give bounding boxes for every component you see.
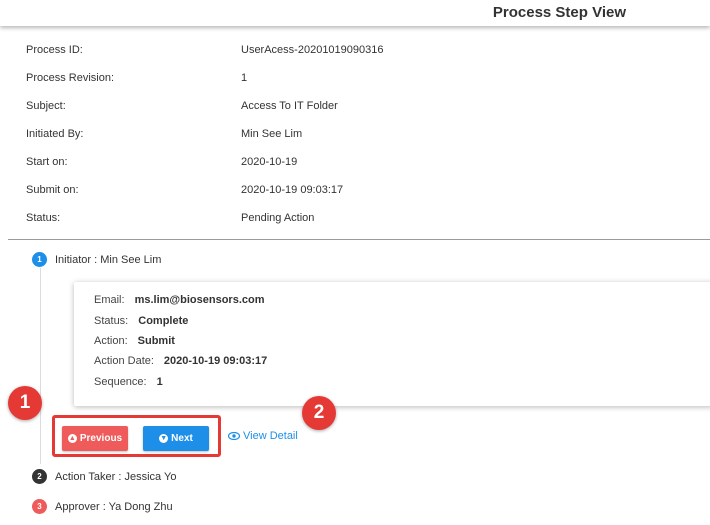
previous-button-label: Previous <box>79 433 123 444</box>
nav-button-group: ▲ Previous ▼ Next <box>52 415 221 457</box>
info-value: Min See Lim <box>241 128 303 140</box>
detail-label: Status: <box>94 315 129 327</box>
step-number-badge: 2 <box>32 469 47 484</box>
step-action-taker: 2 Action Taker : Jessica Yo <box>32 469 176 484</box>
detail-label: Email: <box>94 294 125 306</box>
timeline-line <box>40 268 41 464</box>
detail-row-sequence: Sequence: 1 <box>94 376 163 388</box>
info-value: Pending Action <box>241 212 315 224</box>
info-label: Submit on: <box>26 184 79 196</box>
step-approver: 3 Approver : Ya Dong Zhu <box>32 499 173 514</box>
info-label: Process Revision: <box>26 72 115 84</box>
page-title: Process Step View <box>492 4 626 21</box>
top-bar: Process Step View <box>0 0 710 26</box>
detail-value: Submit <box>137 335 175 347</box>
info-label: Process ID: <box>26 44 83 56</box>
detail-value: 1 <box>156 376 163 388</box>
previous-button[interactable]: ▲ Previous <box>62 426 128 451</box>
detail-label: Action Date: <box>94 355 154 367</box>
info-label: Start on: <box>26 156 68 168</box>
section-divider <box>8 239 710 240</box>
info-value: 2020-10-19 09:03:17 <box>241 184 344 196</box>
detail-row-status: Status: Complete <box>94 315 188 327</box>
next-button[interactable]: ▼ Next <box>143 426 209 451</box>
detail-row-email: Email: ms.lim@biosensors.com <box>94 294 265 306</box>
info-label: Status: <box>26 212 61 224</box>
info-value: UserAcess-20201019090316 <box>241 44 384 56</box>
step-label: Action Taker : Jessica Yo <box>55 470 177 483</box>
annotation-marker-1: 1 <box>8 386 42 420</box>
detail-label: Action: <box>94 335 128 347</box>
detail-value: Complete <box>138 315 189 327</box>
view-detail-link[interactable]: View Detail <box>228 430 298 442</box>
info-value: Access To IT Folder <box>241 100 338 112</box>
step-initiator: 1 Initiator : Min See Lim <box>32 252 161 267</box>
detail-label: Sequence: <box>94 376 147 388</box>
info-label: Subject: <box>26 100 66 112</box>
detail-value: ms.lim@biosensors.com <box>134 294 265 306</box>
arrow-circle-up-icon: ▲ <box>67 434 77 443</box>
step-number-badge: 3 <box>32 499 47 514</box>
step-label: Initiator : Min See Lim <box>55 253 162 266</box>
detail-value: 2020-10-19 09:03:17 <box>163 355 268 367</box>
detail-row-action: Action: Submit <box>94 335 175 347</box>
step-label: Approver : Ya Dong Zhu <box>55 500 173 513</box>
next-button-label: Next <box>171 433 193 444</box>
eye-icon <box>228 432 240 440</box>
arrow-circle-down-icon: ▼ <box>159 434 169 443</box>
annotation-marker-2: 2 <box>302 396 336 430</box>
step-detail-card: Email: ms.lim@biosensors.com Status: Compl… <box>74 282 710 406</box>
step-number-badge: 1 <box>32 252 47 267</box>
info-value: 2020-10-19 <box>241 156 298 168</box>
detail-row-action-date: Action Date: 2020-10-19 09:03:17 <box>94 355 267 367</box>
info-label: Initiated By: <box>26 128 84 140</box>
info-value: 1 <box>241 72 248 84</box>
view-detail-label: View Detail <box>243 430 298 442</box>
